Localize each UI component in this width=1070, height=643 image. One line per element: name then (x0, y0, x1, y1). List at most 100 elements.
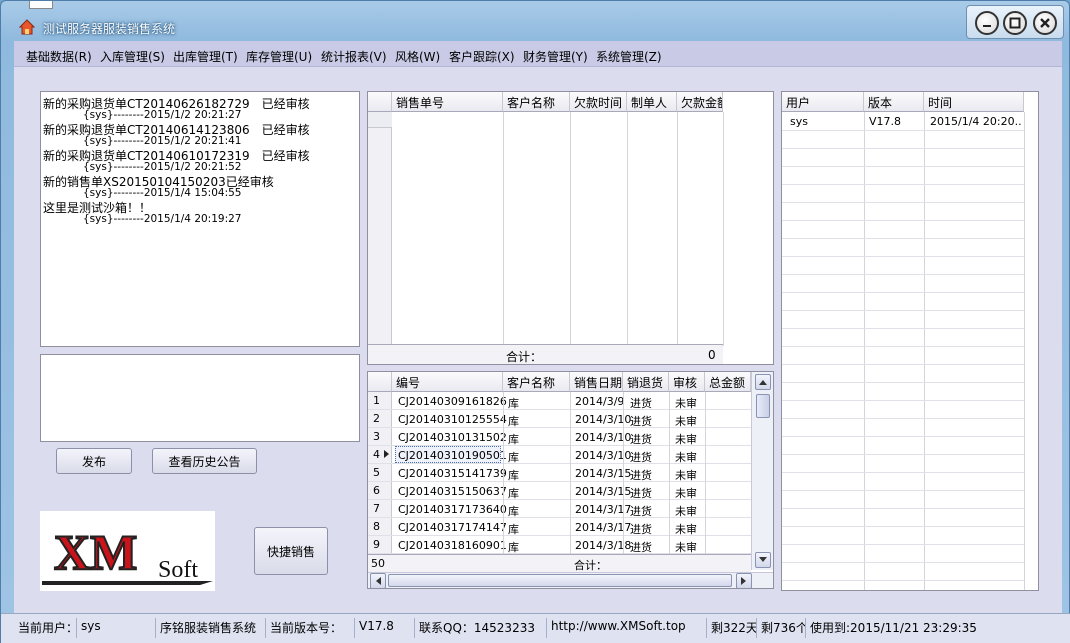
code-cell: CJ20140310125554 (398, 413, 507, 426)
menu-style[interactable]: 风格(W) (395, 48, 440, 65)
title-bar[interactable]: 测试服务器服装销售系统 (1, 1, 1070, 41)
table-row[interactable]: 8CJ20140317174147库2014/3/17进货未审0 (368, 518, 758, 536)
scroll-thumb[interactable] (756, 394, 770, 418)
table-row[interactable]: 1CJ20140309161826库2014/3/9进货未审0 (368, 392, 758, 410)
grid-line (570, 464, 571, 482)
grid-line (782, 202, 1024, 203)
grid-line (570, 446, 571, 464)
horizontal-scroll-thumb[interactable] (388, 574, 732, 587)
audit-cell: 未审 (675, 397, 697, 410)
column-header[interactable]: 版本 (864, 92, 924, 112)
scroll-right-button[interactable] (736, 573, 752, 588)
grid-line (705, 518, 706, 536)
menu-reports[interactable]: 统计报表(V) (321, 48, 387, 65)
notice-board[interactable]: 新的采购退货单CT20140626182729 已经审核 {sys}------… (40, 91, 360, 347)
sales-grid[interactable]: 编号 客户名称 销售日期 销退货 审核 总金额 1 CJ2014030916182… (367, 371, 774, 589)
vertical-scrollbar[interactable] (751, 372, 773, 570)
table-row[interactable]: 9CJ20140318160901库2014/3/18进货未审0 (368, 536, 758, 554)
scroll-up-button[interactable] (755, 374, 771, 390)
grid-line (705, 446, 706, 464)
grid-line (782, 238, 1024, 239)
notice-meta: {sys}--------2015/1/4 15:04:55 (83, 187, 242, 199)
table-row[interactable]: 5CJ20140315141739库2014/3/15进货未审0 (368, 464, 758, 482)
column-header[interactable]: 制单人 (627, 92, 677, 112)
column-header[interactable]: 用户 (782, 92, 864, 112)
table-row[interactable]: 2CJ20140310125554库2014/3/10进货未审0 (368, 410, 758, 428)
code-cell: CJ20140317173640 (398, 503, 507, 516)
chevron-right-icon (741, 577, 746, 585)
row-number[interactable]: 9 (368, 536, 392, 553)
notice-compose-input[interactable] (40, 354, 360, 442)
minimize-icon (983, 25, 991, 27)
column-header[interactable]: 欠款金额 (677, 92, 723, 112)
table-row[interactable]: 4CJ20140310190501库2014/3/10进货未审0 (368, 446, 758, 464)
menu-stock-in[interactable]: 入库管理(S) (100, 48, 165, 65)
menu-customer-tracking[interactable]: 客户跟踪(X) (449, 48, 515, 65)
status-days-left: 剩322天 (707, 618, 757, 638)
row-number[interactable]: 8 (368, 518, 392, 535)
grid-corner (368, 92, 392, 112)
quick-sale-button[interactable]: 快捷销售 (254, 527, 328, 575)
home-icon (19, 19, 35, 35)
column-header[interactable]: 销售单号 (392, 92, 503, 112)
svg-text:Soft: Soft (158, 557, 198, 583)
column-header[interactable]: 销售日期 (570, 372, 623, 392)
menu-finance[interactable]: 财务管理(Y) (523, 48, 588, 65)
chevron-down-icon (759, 557, 767, 562)
grid-line (503, 446, 504, 464)
column-header[interactable]: 时间 (924, 92, 1024, 112)
column-header[interactable]: 审核 (669, 372, 705, 392)
table-row[interactable]: 7CJ20140317173640库2014/3/17进货未审0 (368, 500, 758, 518)
horizontal-scrollbar[interactable] (368, 572, 773, 588)
menu-basic-data[interactable]: 基础数据(R) (26, 48, 92, 65)
close-button[interactable] (1033, 11, 1057, 35)
column-header[interactable]: 总金额 (705, 372, 751, 392)
column-header[interactable]: 编号 (392, 372, 503, 392)
code-cell: CJ20140315141739 (398, 467, 507, 480)
notice-meta: {sys}--------2015/1/2 20:21:41 (83, 135, 242, 147)
row-selector[interactable] (368, 112, 392, 128)
grid-line (570, 410, 571, 428)
audit-cell: 未审 (675, 469, 697, 482)
scroll-down-button[interactable] (755, 552, 771, 568)
online-users-grid[interactable]: 用户 版本 时间 sys V17.8 2015/1/4 20:20... (781, 91, 1039, 591)
menu-inventory[interactable]: 库存管理(U) (246, 48, 312, 65)
grid-corner (368, 372, 392, 392)
grid-line (782, 256, 1024, 257)
customer-cell: 库 (508, 541, 519, 554)
column-header[interactable]: 销退货 (623, 372, 669, 392)
debt-grid[interactable]: 销售单号 客户名称 欠款时间 制单人 欠款金额 合计： 0 (367, 91, 774, 365)
row-number[interactable]: 2 (368, 410, 392, 427)
grid-line (782, 274, 1024, 275)
table-row[interactable]: 3CJ20140310131502库2014/3/10进货未审0 (368, 428, 758, 446)
row-number[interactable]: 7 (368, 500, 392, 517)
table-row[interactable]: 6CJ20140315150637库2014/3/15进货未审0 (368, 482, 758, 500)
close-icon (1040, 18, 1050, 28)
table-row[interactable]: sys V17.8 2015/1/4 20:20... (782, 112, 1024, 130)
publish-button[interactable]: 发布 (56, 448, 132, 474)
grid-line (669, 500, 670, 518)
grid-line (782, 166, 1024, 167)
column-header[interactable]: 客户名称 (503, 92, 570, 112)
row-number[interactable]: 1 (368, 392, 392, 409)
version-cell: V17.8 (869, 115, 902, 128)
grid-line (627, 112, 628, 346)
type-cell: 进货 (630, 415, 652, 428)
column-header[interactable]: 欠款时间 (570, 92, 627, 112)
row-number[interactable]: 6 (368, 482, 392, 499)
column-header[interactable]: 客户名称 (503, 372, 570, 392)
scroll-left-button[interactable] (370, 573, 386, 588)
minimize-button[interactable] (975, 11, 999, 35)
row-number[interactable]: 3 (368, 428, 392, 445)
audit-cell: 未审 (675, 505, 697, 518)
view-history-button[interactable]: 查看历史公告 (152, 448, 257, 474)
grid-line (782, 400, 1024, 401)
maximize-button[interactable] (1003, 11, 1027, 35)
customer-cell: 库 (508, 505, 519, 518)
menu-stock-out[interactable]: 出库管理(T) (173, 48, 238, 65)
menu-system[interactable]: 系统管理(Z) (596, 48, 662, 65)
grid-line (570, 428, 571, 446)
status-url[interactable]: http://www.XMSoft.top (547, 618, 707, 638)
grid-line (623, 536, 624, 554)
row-number[interactable]: 5 (368, 464, 392, 481)
